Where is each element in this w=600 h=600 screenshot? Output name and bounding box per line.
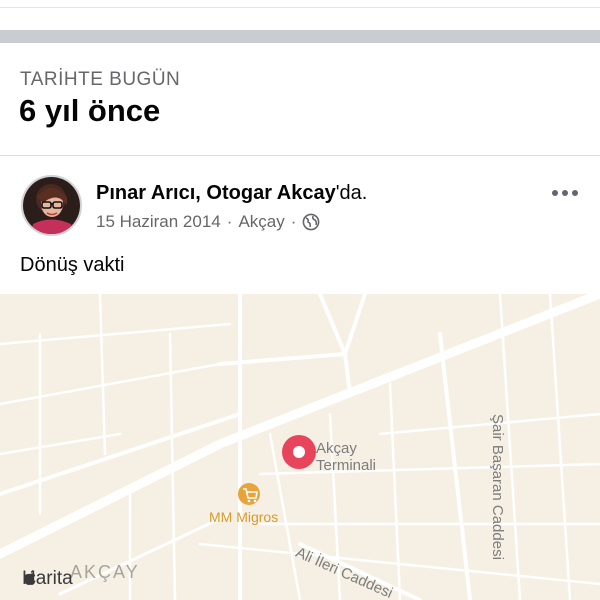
section-label: TARİHTE BUGÜN [20,69,181,90]
memories-header: TARİHTE BUGÜN 6 yıl önce [0,43,600,155]
divider [0,7,600,8]
avatar[interactable] [21,175,82,236]
post-meta: 15 Haziran 2014 · Akçay · [96,212,320,232]
post-text: Dönüş vakti [20,254,125,276]
map-pin[interactable] [282,435,316,469]
cart-icon [238,483,260,505]
post-location[interactable]: Akçay [238,212,284,232]
section-separator [0,30,600,43]
post-author-line: Pınar Arıcı, Otogar Akcay'da. [96,182,367,205]
poi-label[interactable]: MM Migros [209,509,278,525]
meta-separator: · [290,212,297,231]
avenue-label: Şair Başaran Caddesi [489,414,506,560]
post-date[interactable]: 15 Haziran 2014 [96,212,221,232]
more-options-icon[interactable] [550,186,580,200]
location-map[interactable]: Akçay Terminali MM Migros Ali İleri Cadd… [0,294,600,600]
map-attribution[interactable]: Harita [22,568,73,590]
previous-card-bottom [0,0,600,30]
globe-icon [302,213,320,231]
area-label: AKÇAY [70,562,140,582]
place-suffix: 'da. [335,182,368,204]
author-name[interactable]: Pınar Arıcı [96,182,195,204]
memory-post: Pınar Arıcı, Otogar Akcay'da. 15 Haziran… [0,156,600,294]
author-separator: , [195,182,207,204]
pin-label-line1: Akçay [316,440,357,457]
meta-separator: · [226,212,233,231]
place-name[interactable]: Otogar Akcay [206,182,335,204]
apple-logo-icon [23,570,36,585]
years-ago-title[interactable]: 6 yıl önce [19,93,160,129]
pin-label-line2: Terminali [316,457,377,474]
